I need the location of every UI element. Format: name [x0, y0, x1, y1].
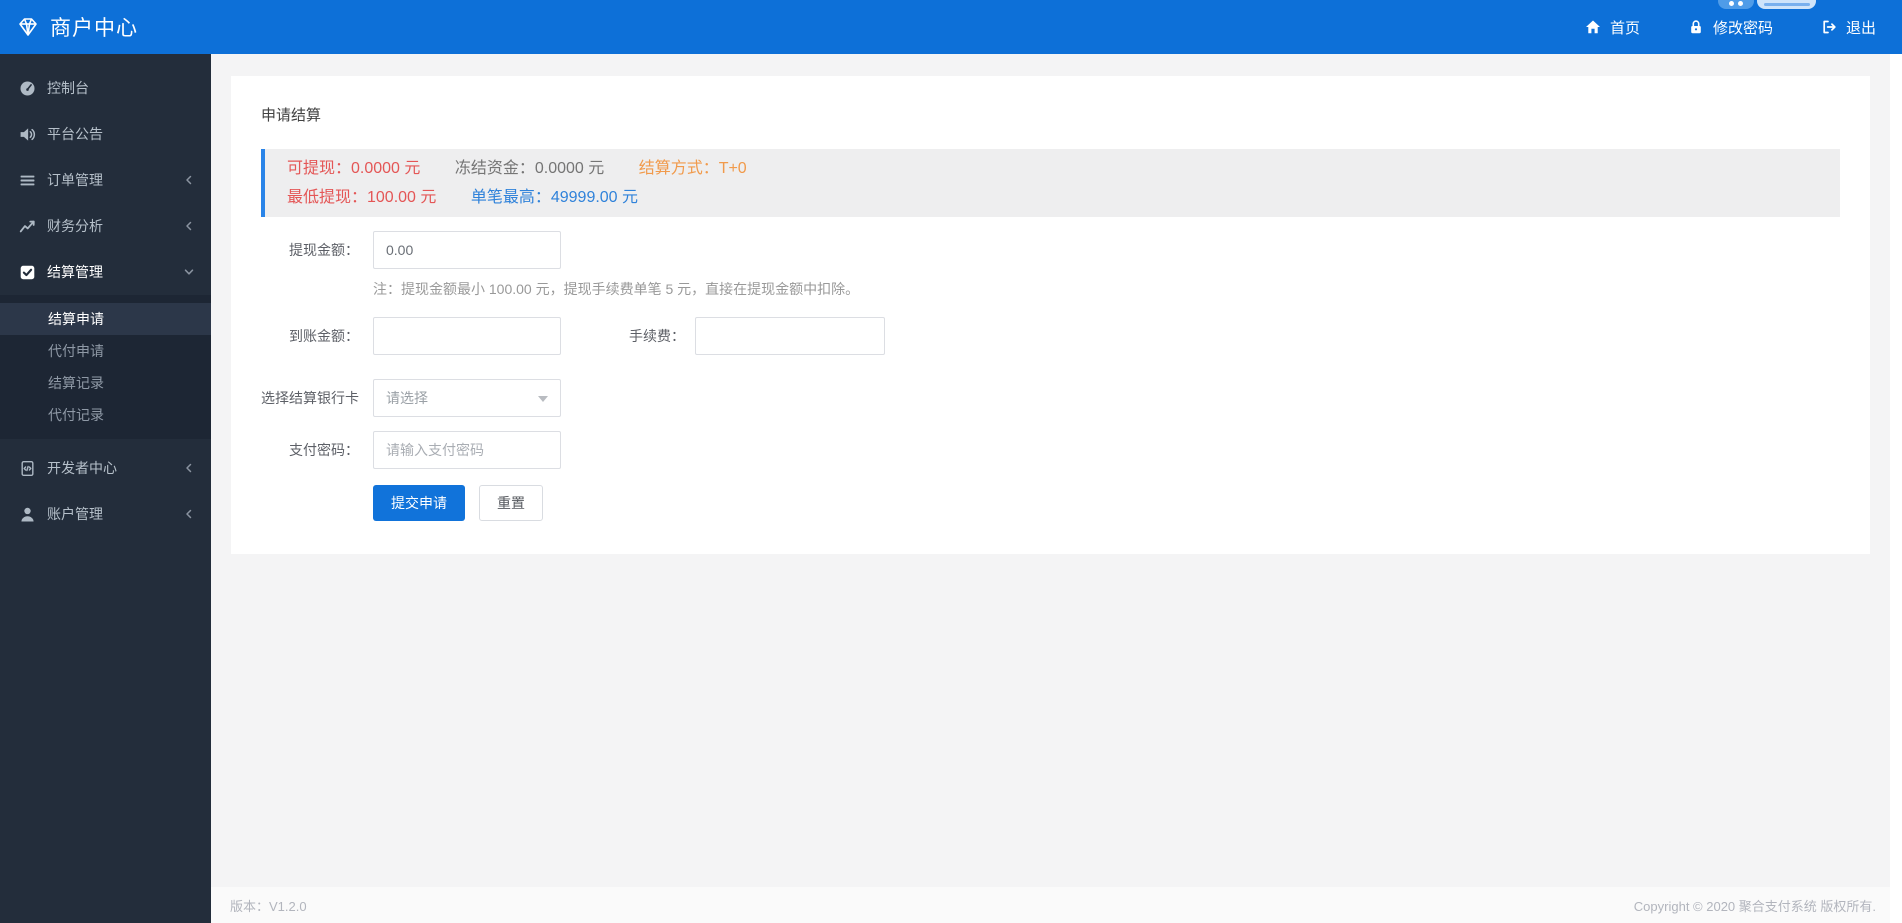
home-icon — [1585, 19, 1601, 35]
check-square-icon — [18, 264, 36, 281]
settlement-apply-card: 申请结算 可提现：0.0000 元 冻结资金：0.0000 元 结算方式：T+0… — [231, 76, 1870, 554]
chevron-left-icon — [183, 220, 195, 232]
sidebar-item-settlement[interactable]: 结算管理 — [0, 249, 211, 295]
settlement-form: 提现金额： 注：提现金额最小 100.00 元，提现手续费单笔 5 元，直接在提… — [261, 231, 1840, 521]
fee-label: 手续费： — [629, 328, 685, 344]
footer-copyright: Copyright © 2020 聚合支付系统 版权所有. — [1633, 898, 1876, 914]
pay-password-label: 支付密码： — [289, 442, 359, 458]
nav-logout[interactable]: 退出 — [1821, 17, 1876, 38]
nav-home-label: 首页 — [1609, 19, 1640, 37]
alert-line-1: 可提现：0.0000 元 冻结资金：0.0000 元 结算方式：T+0 — [287, 154, 1818, 183]
min-withdraw: 最低提现：100.00 元 — [287, 189, 437, 206]
brand-title: 商户中心 — [50, 17, 138, 40]
submenu-item-label: 代付申请 — [48, 343, 104, 359]
chevron-left-icon — [183, 462, 195, 474]
user-icon — [18, 506, 36, 523]
merchant-center-app: 商户中心 首页 修改密码 退出 控制台 平台公告 订单管理 财务分析 结算管理 … — [0, 0, 1902, 923]
arrival-fee-row: 到账金额： 手续费： — [261, 317, 1840, 355]
chevron-left-icon — [183, 174, 195, 186]
withdraw-note: 注：提现金额最小 100.00 元，提现手续费单笔 5 元，直接在提现金额中扣除… — [373, 281, 860, 297]
max-single: 单笔最高：49999.00 元 — [470, 189, 639, 206]
nav-change-password-label: 修改密码 — [1712, 19, 1773, 37]
submit-button[interactable]: 提交申请 — [373, 485, 465, 521]
reset-button[interactable]: 重置 — [479, 485, 543, 521]
arrival-amount-input[interactable] — [373, 317, 561, 355]
sidebar-item-finance[interactable]: 财务分析 — [0, 203, 211, 249]
submenu-item-settlement-apply[interactable]: 结算申请 — [0, 303, 211, 335]
lock-icon — [1688, 19, 1704, 35]
sidebar-item-label: 结算管理 — [47, 264, 103, 280]
pay-password-input[interactable] — [373, 431, 561, 469]
withdraw-amount-label: 提现金额： — [289, 242, 359, 258]
submenu-item-label: 结算记录 — [48, 375, 104, 391]
top-header: 商户中心 首页 修改密码 退出 — [0, 0, 1902, 54]
withdraw-amount-row: 提现金额： — [261, 231, 1840, 269]
chevron-down-icon — [183, 266, 195, 278]
nav-change-password[interactable]: 修改密码 — [1688, 17, 1773, 38]
sidebar-item-label: 平台公告 — [47, 126, 103, 142]
fee-input[interactable] — [695, 317, 885, 355]
browser-extension-overlay[interactable] — [1718, 0, 1816, 9]
sidebar-item-announcements[interactable]: 平台公告 — [0, 111, 211, 157]
nav-logout-label: 退出 — [1845, 19, 1876, 37]
brand[interactable]: 商户中心 — [0, 12, 138, 42]
submenu-item-label: 代付记录 — [48, 407, 104, 423]
submenu-item-settlement-records[interactable]: 结算记录 — [0, 367, 211, 399]
chevron-left-icon — [183, 508, 195, 520]
settlement-submenu: 结算申请 代付申请 结算记录 代付记录 — [0, 295, 211, 439]
footer: 版本：V1.2.0 Copyright © 2020 聚合支付系统 版权所有. — [211, 887, 1890, 923]
submenu-item-payout-records[interactable]: 代付记录 — [0, 399, 211, 431]
bank-card-label: 选择结算银行卡 — [261, 390, 359, 406]
sidebar: 控制台 平台公告 订单管理 财务分析 结算管理 结算申请 代付申请 结算记录 代… — [0, 54, 211, 923]
arrival-amount-label: 到账金额： — [289, 328, 359, 344]
extension-dots — [1718, 0, 1754, 9]
pay-password-row: 支付密码： — [261, 431, 1840, 469]
sidebar-item-label: 开发者中心 — [47, 460, 117, 476]
settlement-method: 结算方式：T+0 — [638, 160, 747, 177]
available-amount: 可提现：0.0000 元 — [287, 160, 421, 177]
sidebar-item-label: 控制台 — [47, 80, 89, 96]
caret-down-icon — [538, 396, 548, 402]
alert-line-2: 最低提现：100.00 元 单笔最高：49999.00 元 — [287, 183, 1818, 212]
submenu-item-label: 结算申请 — [48, 311, 104, 327]
bank-card-select[interactable]: 请选择 — [373, 379, 561, 417]
settlement-info-alert: 可提现：0.0000 元 冻结资金：0.0000 元 结算方式：T+0 最低提现… — [261, 149, 1840, 217]
sidebar-item-orders[interactable]: 订单管理 — [0, 157, 211, 203]
withdraw-amount-input[interactable] — [373, 231, 561, 269]
signout-icon — [1821, 19, 1837, 35]
sidebar-item-label: 财务分析 — [47, 218, 103, 234]
form-actions: 提交申请 重置 — [261, 485, 1840, 521]
sidebar-item-dashboard[interactable]: 控制台 — [0, 65, 211, 111]
scrollbar-track[interactable] — [1890, 54, 1902, 923]
bank-card-selected-value: 请选择 — [386, 390, 428, 406]
submenu-item-payout-apply[interactable]: 代付申请 — [0, 335, 211, 367]
footer-version: 版本：V1.2.0 — [230, 898, 307, 914]
gauge-icon — [18, 80, 36, 97]
nav-home[interactable]: 首页 — [1585, 17, 1640, 38]
page-title: 申请结算 — [261, 107, 322, 124]
file-code-icon — [18, 460, 36, 477]
header-nav: 首页 修改密码 退出 — [1585, 17, 1902, 38]
sidebar-item-label: 账户管理 — [47, 506, 103, 522]
extension-label-pill — [1757, 0, 1816, 9]
chart-line-icon — [18, 218, 36, 235]
frozen-amount: 冻结资金：0.0000 元 — [454, 160, 605, 177]
sidebar-item-developer[interactable]: 开发者中心 — [0, 445, 211, 491]
gem-logo-icon — [16, 15, 40, 39]
sidebar-item-label: 订单管理 — [47, 172, 103, 188]
list-icon — [18, 172, 36, 189]
sidebar-item-account[interactable]: 账户管理 — [0, 491, 211, 537]
announcement-icon — [18, 126, 36, 143]
main-content: 申请结算 可提现：0.0000 元 冻结资金：0.0000 元 结算方式：T+0… — [211, 54, 1890, 923]
bank-card-row: 选择结算银行卡 请选择 — [261, 379, 1840, 417]
